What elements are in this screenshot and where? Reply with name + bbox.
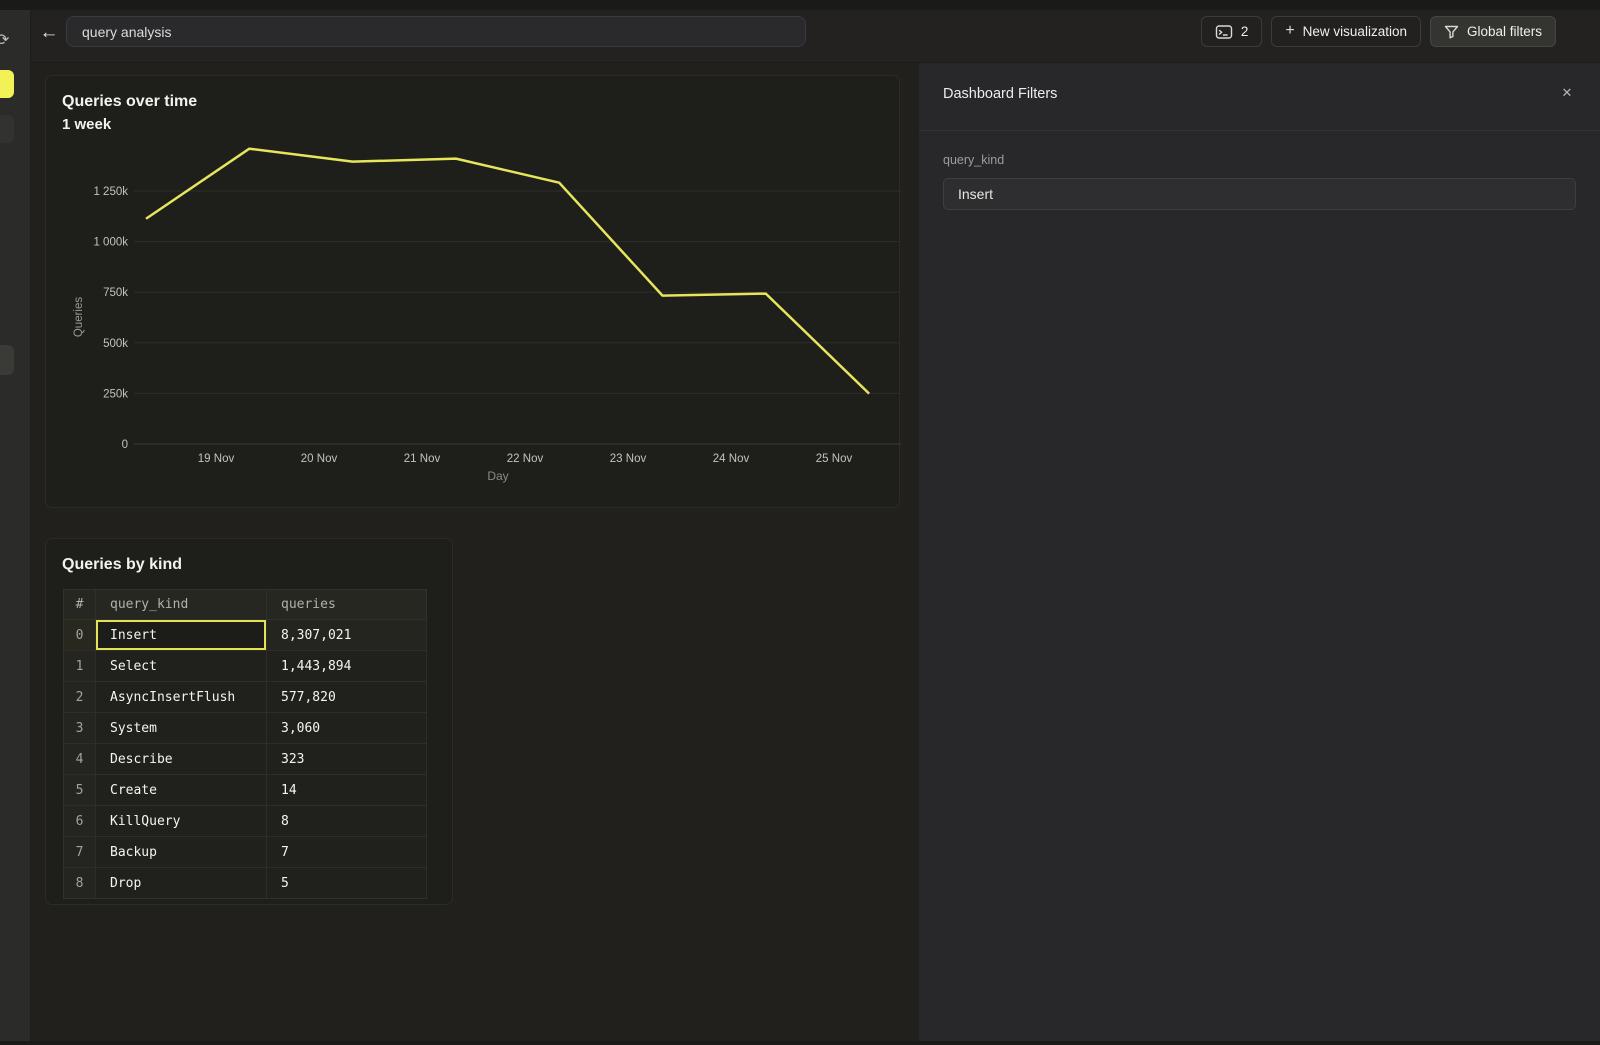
queries-cell[interactable]: 3,060 — [267, 713, 427, 744]
column-header-#[interactable]: # — [64, 590, 96, 620]
queries-line-series — [146, 149, 869, 394]
y-tick-label: 0 — [122, 439, 128, 451]
query-kind-cell[interactable]: Describe — [96, 744, 267, 775]
table-row: 8Drop5 — [64, 868, 427, 899]
queries-cell[interactable]: 8,307,021 — [267, 620, 427, 651]
table-row: 7Backup7 — [64, 837, 427, 868]
y-tick-label: 500k — [103, 338, 128, 350]
queries-cell[interactable]: 8 — [267, 806, 427, 837]
queries-cell[interactable]: 5 — [267, 868, 427, 899]
window-top-strip — [0, 0, 1600, 10]
table-title: Queries by kind — [62, 556, 182, 574]
row-index-cell[interactable]: 3 — [64, 713, 96, 744]
query-kind-cell[interactable]: Backup — [96, 837, 267, 868]
chart-subtitle: 1 week — [62, 116, 111, 133]
history-refresh-icon[interactable]: ⟳ — [0, 30, 9, 50]
row-index-cell[interactable]: 0 — [64, 620, 96, 651]
queries-cell[interactable]: 7 — [267, 837, 427, 868]
table-row: 3System3,060 — [64, 713, 427, 744]
table-row: 0Insert8,307,021 — [64, 620, 427, 651]
global-filters-button[interactable]: Global filters — [1430, 16, 1556, 47]
row-index-cell[interactable]: 6 — [64, 806, 96, 837]
row-index-cell[interactable]: 1 — [64, 651, 96, 682]
filter-field-label: query_kind — [943, 153, 1004, 167]
queries-cell[interactable]: 577,820 — [267, 682, 427, 713]
sidebar-item-active[interactable] — [0, 70, 14, 98]
x-tick-label: 19 Nov — [198, 453, 235, 465]
query-kind-cell[interactable]: Select — [96, 651, 267, 682]
mini-sidebar: ⟳ — [0, 10, 31, 1045]
y-tick-label: 1 250k — [93, 186, 128, 198]
x-tick-label: 22 Nov — [507, 453, 544, 465]
y-axis-title: Queries — [73, 297, 85, 338]
query-kind-cell[interactable]: Create — [96, 775, 267, 806]
filters-panel-header: Dashboard Filters ✕ — [919, 63, 1600, 131]
x-tick-label: 25 Nov — [816, 453, 853, 465]
dashboard-filters-panel: Dashboard Filters ✕ query_kind — [919, 63, 1600, 1045]
tab-count: 2 — [1241, 24, 1249, 39]
y-tick-label: 750k — [103, 287, 128, 299]
column-header-query_kind[interactable]: query_kind — [96, 590, 267, 620]
window-bottom-strip — [0, 1041, 1600, 1045]
plus-icon: + — [1285, 22, 1294, 40]
x-tick-label: 21 Nov — [404, 453, 441, 465]
queries-by-kind-table: #query_kindqueries 0Insert8,307,0211Sele… — [63, 589, 427, 899]
query-kind-cell[interactable]: KillQuery — [96, 806, 267, 837]
x-tick-label: 20 Nov — [301, 453, 338, 465]
query-kind-cell[interactable]: System — [96, 713, 267, 744]
dashboard-title-input[interactable] — [66, 16, 806, 47]
x-tick-label: 23 Nov — [610, 453, 647, 465]
sidebar-item[interactable] — [0, 115, 14, 143]
topbar-actions: 2 + New visualization Global filters — [1201, 16, 1556, 47]
x-axis-title: Day — [487, 469, 508, 483]
table-row: 4Describe323 — [64, 744, 427, 775]
filter-funnel-icon — [1444, 25, 1459, 39]
row-index-cell[interactable]: 5 — [64, 775, 96, 806]
column-header-queries[interactable]: queries — [267, 590, 427, 620]
table-header: #query_kindqueries — [64, 590, 427, 620]
console-icon — [1215, 24, 1233, 40]
topbar: ← 2 + New visualization Global filters — [0, 10, 1600, 63]
y-tick-label: 1 000k — [93, 237, 128, 249]
table-row: 2AsyncInsertFlush577,820 — [64, 682, 427, 713]
row-index-cell[interactable]: 4 — [64, 744, 96, 775]
row-index-cell[interactable]: 2 — [64, 682, 96, 713]
global-filters-label: Global filters — [1467, 24, 1542, 39]
sidebar-item[interactable] — [0, 345, 14, 375]
queries-cell[interactable]: 1,443,894 — [267, 651, 427, 682]
new-visualization-label: New visualization — [1303, 24, 1407, 39]
query-kind-cell[interactable]: Drop — [96, 868, 267, 899]
queries-by-kind-card: Queries by kind #query_kindqueries 0Inse… — [45, 538, 453, 905]
table-row: 1Select1,443,894 — [64, 651, 427, 682]
query-kind-cell[interactable]: AsyncInsertFlush — [96, 682, 267, 713]
y-tick-label: 250k — [103, 388, 128, 400]
filters-panel-title: Dashboard Filters — [943, 86, 1057, 102]
table-row: 6KillQuery8 — [64, 806, 427, 837]
table-row: 5Create14 — [64, 775, 427, 806]
query-kind-cell[interactable]: Insert — [96, 620, 267, 651]
queries-cell[interactable]: 14 — [267, 775, 427, 806]
queries-cell[interactable]: 323 — [267, 744, 427, 775]
queries-over-time-plot[interactable]: 0 250k 500k 750k 1 000k 1 250k 19 Nov 20 Nov 21 … — [46, 76, 901, 509]
close-icon[interactable]: ✕ — [1558, 84, 1576, 102]
new-visualization-button[interactable]: + New visualization — [1271, 16, 1421, 47]
row-index-cell[interactable]: 8 — [64, 868, 96, 899]
x-tick-label: 24 Nov — [713, 453, 750, 465]
queries-over-time-card: 0 250k 500k 750k 1 000k 1 250k 19 Nov 20 Nov 21 … — [45, 75, 900, 508]
query-kind-filter-input[interactable] — [943, 178, 1576, 210]
chart-title: Queries over time — [62, 93, 197, 111]
sql-console-tabs-button[interactable]: 2 — [1201, 16, 1263, 47]
back-button[interactable]: ← — [36, 20, 62, 46]
row-index-cell[interactable]: 7 — [64, 837, 96, 868]
